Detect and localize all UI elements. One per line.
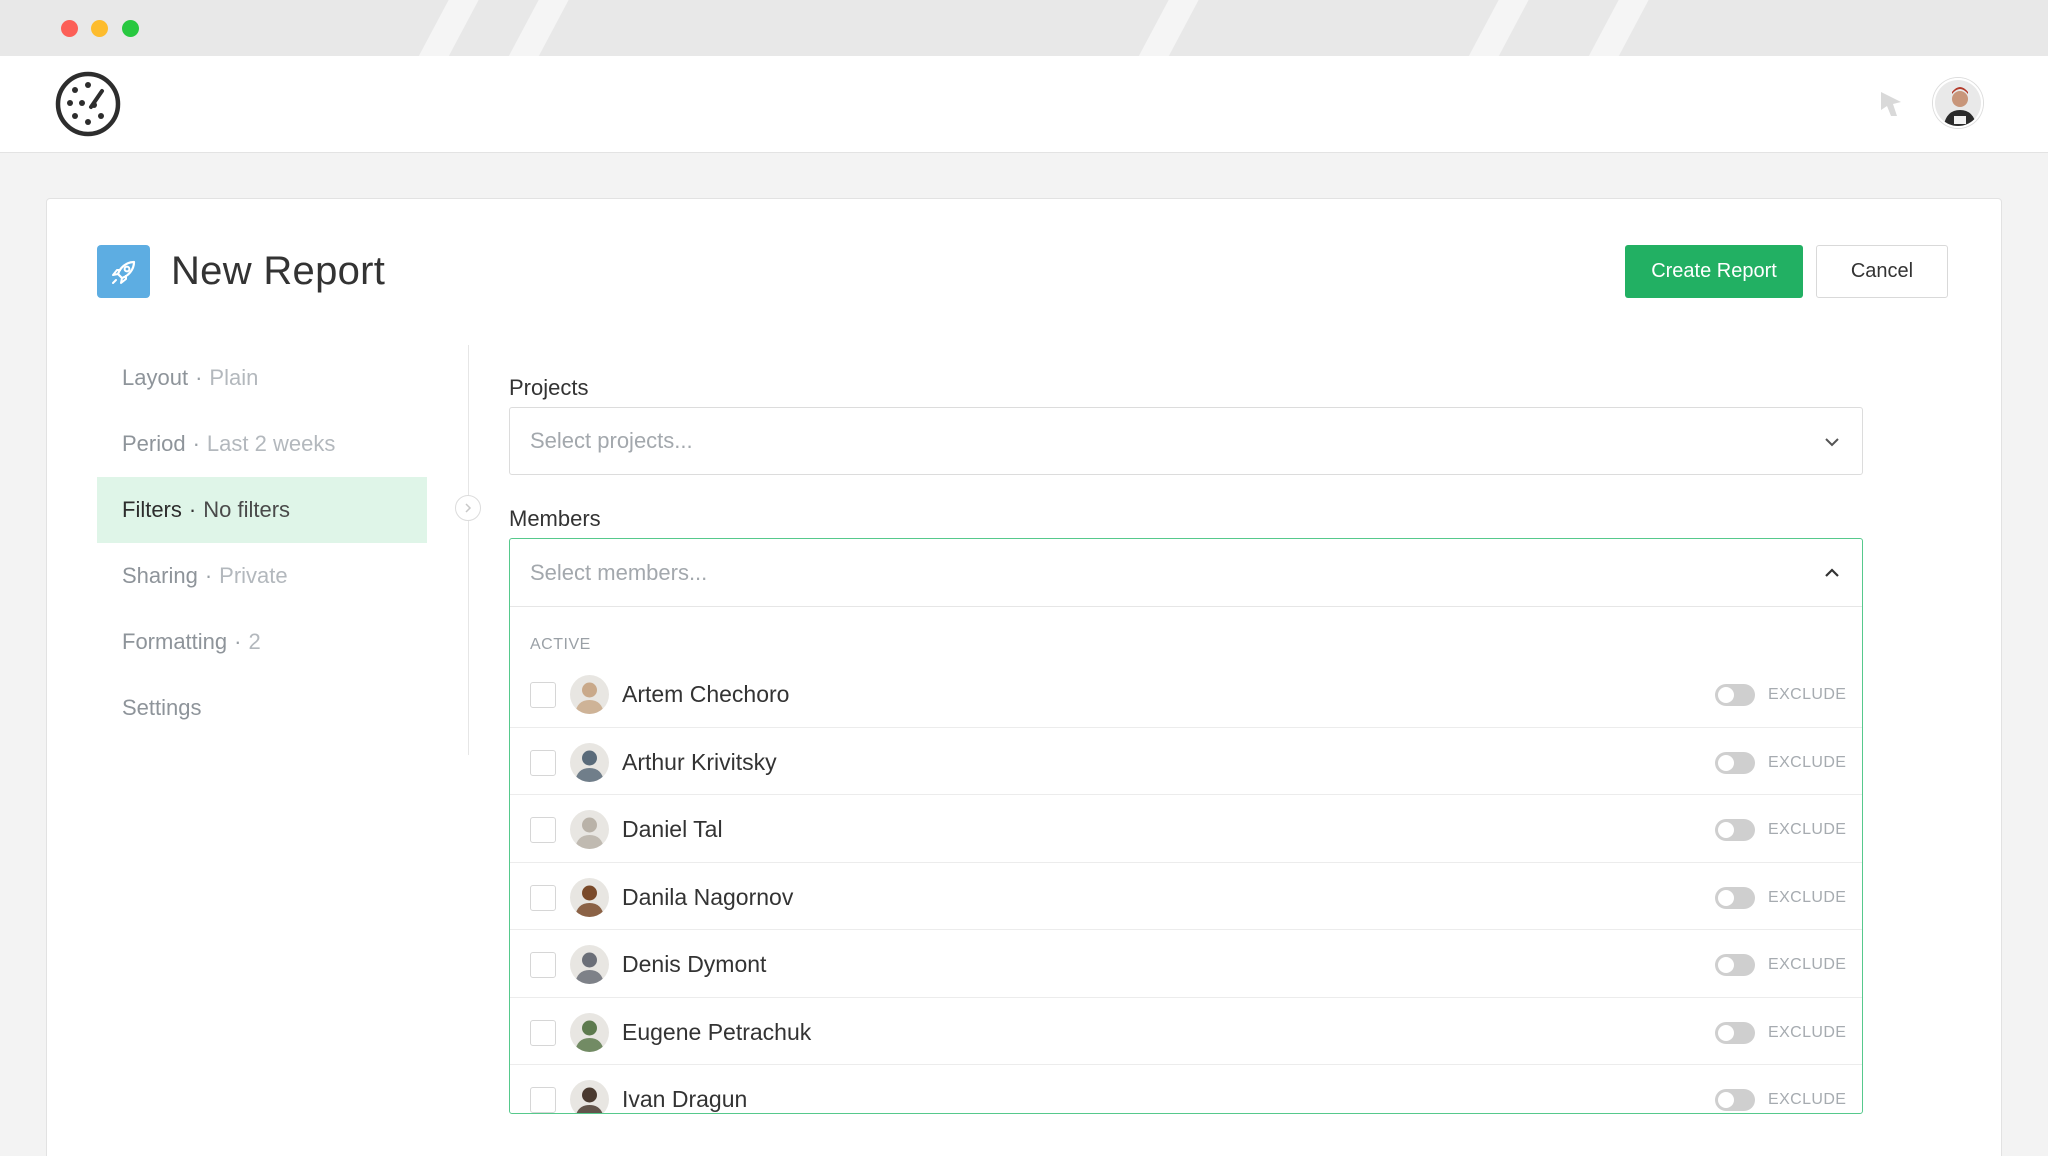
member-checkbox[interactable] xyxy=(530,1087,556,1113)
titlebar-decoration xyxy=(490,0,580,56)
step-period[interactable]: Period · Last 2 weeks xyxy=(97,411,427,477)
chevron-right-icon[interactable] xyxy=(455,495,481,521)
step-separator: · xyxy=(192,431,200,456)
member-checkbox[interactable] xyxy=(530,817,556,843)
member-row[interactable]: Danila Nagornov EXCLUDE xyxy=(510,863,1862,930)
projects-label: Projects xyxy=(509,375,589,400)
member-checkbox[interactable] xyxy=(530,1019,556,1046)
projects-input[interactable] xyxy=(530,408,1730,474)
member-row[interactable]: Denis Dymont EXCLUDE xyxy=(510,930,1862,998)
member-avatar xyxy=(570,945,609,984)
window-maximize-button[interactable] xyxy=(122,20,139,37)
step-key: Formatting xyxy=(122,629,228,654)
step-key: Sharing xyxy=(122,563,198,588)
exclude-label: EXCLUDE xyxy=(1768,821,1847,838)
member-list: Artem Chechoro EXCLUDE Arthur Krivitsky EXC… xyxy=(510,660,1862,1113)
members-input[interactable] xyxy=(530,539,1730,606)
titlebar-decoration xyxy=(1450,0,1540,56)
bell-icon[interactable] xyxy=(1873,86,1909,122)
exclude-toggle[interactable] xyxy=(1715,819,1755,841)
exclude-toggle[interactable] xyxy=(1715,1089,1755,1111)
chevron-down-icon[interactable] xyxy=(1822,432,1842,452)
cancel-button[interactable]: Cancel xyxy=(1816,245,1948,298)
member-avatar xyxy=(570,877,609,917)
member-avatar xyxy=(570,1080,609,1113)
rocket-icon xyxy=(97,245,150,298)
member-checkbox[interactable] xyxy=(530,884,556,911)
chevron-up-icon[interactable] xyxy=(1822,563,1842,583)
app-header xyxy=(0,56,2048,153)
report-steps-nav: Layout · Plain Period · Last 2 weeks Filters… xyxy=(97,345,427,741)
member-row[interactable]: Eugene Petrachuk EXCLUDE xyxy=(510,998,1862,1065)
step-layout[interactable]: Layout · Plain xyxy=(97,345,427,411)
members-select[interactable] xyxy=(510,539,1862,607)
page-title: New Report xyxy=(171,249,386,293)
stopwatch-logo-icon[interactable] xyxy=(55,71,121,137)
step-formatting[interactable]: Formatting · 2 xyxy=(97,609,427,675)
member-name: Artem Chechoro xyxy=(622,681,790,707)
member-row[interactable]: Artem Chechoro EXCLUDE xyxy=(510,660,1862,728)
group-label-active: ACTIVE xyxy=(530,636,591,653)
step-key: Layout xyxy=(122,365,189,390)
step-separator: · xyxy=(234,629,242,654)
exclude-label: EXCLUDE xyxy=(1768,1091,1847,1108)
step-separator: · xyxy=(195,365,203,390)
report-card: New Report Create Report Cancel Layout · P… xyxy=(46,198,2002,1156)
titlebar-decoration xyxy=(1570,0,1660,56)
member-avatar xyxy=(570,1012,609,1052)
member-checkbox[interactable] xyxy=(530,682,556,708)
exclude-toggle[interactable] xyxy=(1715,751,1755,774)
step-value: No filters xyxy=(203,497,291,522)
step-value: 2 xyxy=(248,629,261,654)
member-name: Danila Nagornov xyxy=(622,883,794,910)
step-key: Settings xyxy=(122,695,202,720)
create-report-button[interactable]: Create Report xyxy=(1625,245,1803,298)
member-name: Arthur Krivitsky xyxy=(622,748,777,775)
members-select-open: ACTIVE Artem ChechoroEXCLUDEArthur Krivi… xyxy=(509,538,1863,1114)
member-avatar xyxy=(570,810,609,849)
member-name: Eugene Petrachuk xyxy=(622,1018,812,1045)
exclude-toggle[interactable] xyxy=(1715,886,1755,909)
exclude-toggle[interactable] xyxy=(1715,684,1755,706)
sidebar-divider xyxy=(468,345,469,755)
member-checkbox[interactable] xyxy=(530,952,556,978)
exclude-label: EXCLUDE xyxy=(1768,1023,1847,1041)
step-settings[interactable]: Settings xyxy=(97,675,427,741)
member-row[interactable]: Ivan Dragun EXCLUDE xyxy=(510,1065,1862,1113)
exclude-label: EXCLUDE xyxy=(1768,686,1847,703)
projects-select[interactable] xyxy=(509,407,1863,475)
window-minimize-button[interactable] xyxy=(91,20,108,37)
members-label: Members xyxy=(509,506,601,531)
user-avatar[interactable] xyxy=(1933,78,1983,128)
step-sharing[interactable]: Sharing · Private xyxy=(97,543,427,609)
window-close-button[interactable] xyxy=(61,20,78,37)
step-value: Last 2 weeks xyxy=(206,431,336,456)
member-row[interactable]: Arthur Krivitsky EXCLUDE xyxy=(510,728,1862,795)
exclude-label: EXCLUDE xyxy=(1768,888,1847,906)
step-value: Plain xyxy=(209,365,259,390)
titlebar-decoration xyxy=(1120,0,1210,56)
step-key: Filters xyxy=(122,497,182,522)
step-key: Period xyxy=(122,431,186,456)
exclude-toggle[interactable] xyxy=(1715,1021,1755,1044)
member-checkbox[interactable] xyxy=(530,749,556,776)
step-separator: · xyxy=(204,563,213,588)
titlebar-decoration xyxy=(400,0,490,56)
exclude-label: EXCLUDE xyxy=(1768,956,1847,973)
member-name: Ivan Dragun xyxy=(622,1086,748,1112)
member-avatar xyxy=(570,675,609,714)
member-avatar xyxy=(570,742,609,782)
step-separator: · xyxy=(188,497,197,522)
member-name: Daniel Tal xyxy=(622,816,723,842)
step-filters[interactable]: Filters · No filters xyxy=(97,477,427,543)
step-value: Private xyxy=(219,563,288,588)
member-name: Denis Dymont xyxy=(622,951,767,977)
exclude-toggle[interactable] xyxy=(1715,954,1755,976)
member-row[interactable]: Daniel Tal EXCLUDE xyxy=(510,795,1862,863)
window-titlebar xyxy=(0,0,2048,56)
exclude-label: EXCLUDE xyxy=(1768,753,1847,771)
